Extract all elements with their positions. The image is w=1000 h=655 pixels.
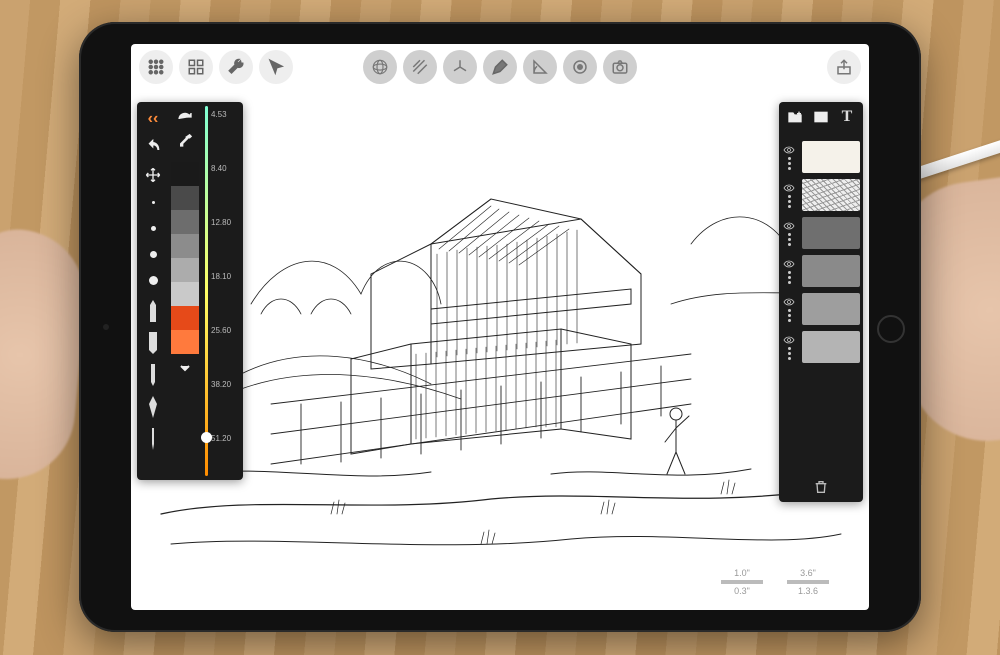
brush-marker-thin[interactable]	[142, 360, 164, 386]
left-hand	[0, 225, 91, 485]
layer-visibility-toggle[interactable]	[779, 297, 799, 322]
grid-dots-icon[interactable]	[139, 50, 173, 84]
color-swatch-3[interactable]	[171, 234, 199, 258]
top-toolbar	[131, 50, 869, 90]
brush-size-5[interactable]	[138, 218, 168, 238]
scale-value: 1.3.6	[787, 586, 829, 596]
layer-visibility-toggle[interactable]	[779, 259, 799, 284]
brush-nib[interactable]	[142, 392, 164, 418]
target-icon[interactable]	[563, 50, 597, 84]
pen-icon[interactable]	[483, 50, 517, 84]
color-swatch-1[interactable]	[171, 186, 199, 210]
collapse-icon[interactable]: ‹‹	[141, 108, 165, 130]
brush-panel: ‹‹ 4.53 8.40 12.80 18.10 25.60 38.20 51.20	[137, 102, 243, 480]
layer-thumbnail	[802, 179, 860, 211]
expand-swatches-icon[interactable]	[173, 354, 197, 382]
ruler-tick: 4.53	[211, 110, 227, 119]
app-screen: ‹‹ 4.53 8.40 12.80 18.10 25.60 38.20 51.20 T 1…	[131, 44, 869, 610]
scale-value: 0.3"	[721, 586, 763, 596]
layer-thumbnail	[802, 255, 860, 287]
brush-liner[interactable]	[142, 424, 164, 450]
text-add-icon[interactable]: T	[835, 106, 859, 128]
layer-row[interactable]	[779, 214, 863, 252]
size-slider-handle[interactable]	[201, 432, 212, 443]
scale-readout: 1.0" 0.3" 3.6" 1.3.6	[721, 568, 829, 596]
ruler-tick: 38.20	[211, 380, 231, 389]
delete-layer-button[interactable]	[779, 472, 863, 502]
undo-icon[interactable]	[141, 136, 165, 158]
brush-pencil[interactable]	[142, 296, 164, 322]
layer-thumbnail	[802, 331, 860, 363]
axis-icon[interactable]	[443, 50, 477, 84]
home-button[interactable]	[877, 315, 905, 343]
color-swatch-2[interactable]	[171, 210, 199, 234]
camera-icon[interactable]	[603, 50, 637, 84]
layer-row[interactable]	[779, 328, 863, 366]
scale-value: 1.0"	[721, 568, 763, 578]
brush-size-9[interactable]	[138, 270, 168, 290]
color-swatch-4[interactable]	[171, 258, 199, 282]
brush-size-7[interactable]	[138, 244, 168, 264]
layer-visibility-toggle[interactable]	[779, 335, 799, 360]
ruler-tick: 12.80	[211, 218, 231, 227]
ruler-tick: 8.40	[211, 164, 227, 173]
wrench-icon[interactable]	[219, 50, 253, 84]
angle-icon[interactable]	[523, 50, 557, 84]
eyedropper-icon[interactable]	[173, 130, 197, 152]
color-swatch-0[interactable]	[171, 162, 199, 186]
layer-row[interactable]	[779, 252, 863, 290]
brush-size-3[interactable]	[138, 192, 168, 212]
layers-panel: T	[779, 102, 863, 502]
color-swatch-6[interactable]	[171, 306, 199, 330]
layer-row[interactable]	[779, 290, 863, 328]
ruler-tick: 51.20	[211, 434, 231, 443]
move-icon[interactable]	[141, 164, 165, 186]
ipad-frame: ‹‹ 4.53 8.40 12.80 18.10 25.60 38.20 51.20 T 1…	[79, 22, 921, 632]
color-swatch-5[interactable]	[171, 282, 199, 306]
scale-value: 3.6"	[787, 568, 829, 578]
image-add-icon[interactable]	[809, 106, 833, 128]
layer-visibility-toggle[interactable]	[779, 221, 799, 246]
layer-row[interactable]	[779, 176, 863, 214]
layer-thumbnail	[802, 141, 860, 173]
layer-thumbnail	[802, 293, 860, 325]
front-camera	[103, 324, 109, 330]
cursor-icon[interactable]	[259, 50, 293, 84]
desk-background: ‹‹ 4.53 8.40 12.80 18.10 25.60 38.20 51.20 T 1…	[0, 0, 1000, 655]
ruler-tick: 18.10	[211, 272, 231, 281]
scale-bar-icon	[787, 580, 829, 584]
hatch-icon[interactable]	[403, 50, 437, 84]
view-tiles-icon[interactable]	[179, 50, 213, 84]
sphere-icon[interactable]	[363, 50, 397, 84]
share-icon[interactable]	[827, 50, 861, 84]
layer-thumbnail	[802, 217, 860, 249]
size-slider-track[interactable]	[205, 106, 208, 476]
redo-icon[interactable]	[173, 108, 197, 130]
layer-row[interactable]	[779, 138, 863, 176]
layer-visibility-toggle[interactable]	[779, 145, 799, 170]
scale-bar-icon	[721, 580, 763, 584]
ruler-tick: 25.60	[211, 326, 231, 335]
layer-visibility-toggle[interactable]	[779, 183, 799, 208]
folder-add-icon[interactable]	[783, 106, 807, 128]
color-swatch-7[interactable]	[171, 330, 199, 354]
brush-marker-thick[interactable]	[142, 328, 164, 354]
